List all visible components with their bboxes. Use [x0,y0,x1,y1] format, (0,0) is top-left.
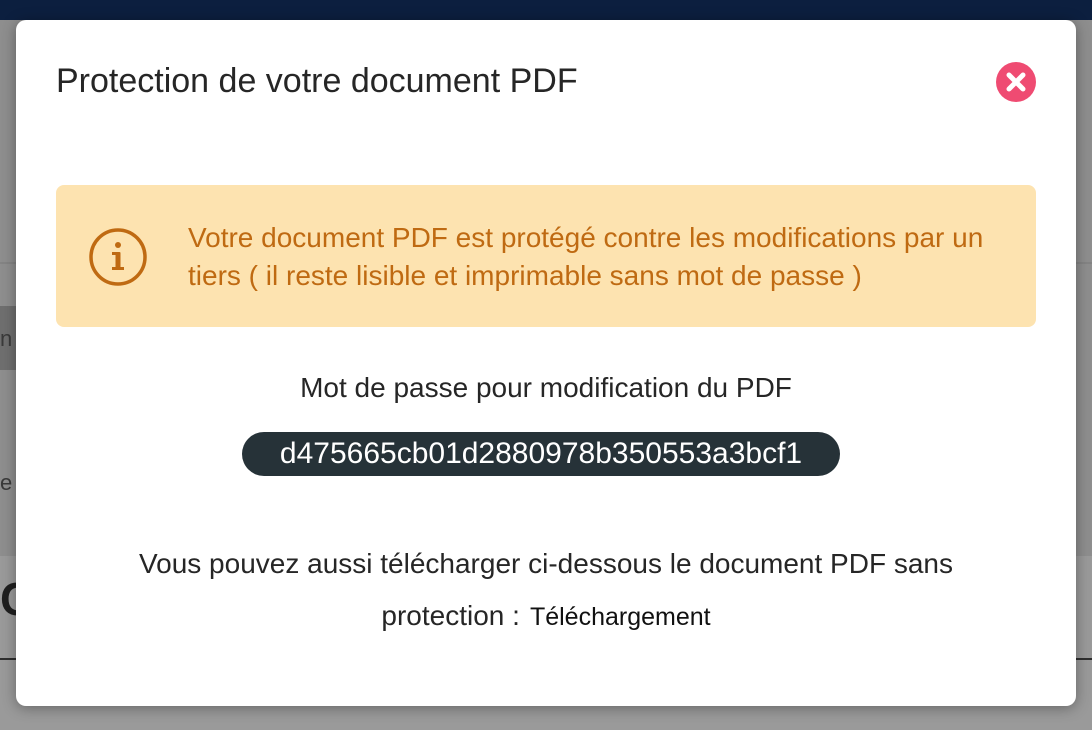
close-icon [1006,72,1026,92]
background-fragment-e: e [0,470,13,495]
background-topbar [0,0,1092,20]
password-badge: d475665cb01d2880978b350553a3bcf1 [242,432,840,476]
info-icon [89,228,147,286]
modal-title: Protection de votre document PDF [56,62,578,100]
download-link[interactable]: Téléchargement [530,603,711,631]
close-button[interactable] [996,62,1036,102]
password-label: Mot de passe pour modification du PDF [300,372,792,403]
info-alert: Votre document PDF est protégé contre le… [56,185,1036,327]
alert-text: Votre document PDF est protégé contre le… [188,222,984,291]
download-paragraph: Vous pouvez aussi télécharger ci-dessous… [96,538,996,643]
background-fragment-n: n [0,326,13,351]
protection-modal: Protection de votre document PDF Votre d… [16,20,1076,706]
